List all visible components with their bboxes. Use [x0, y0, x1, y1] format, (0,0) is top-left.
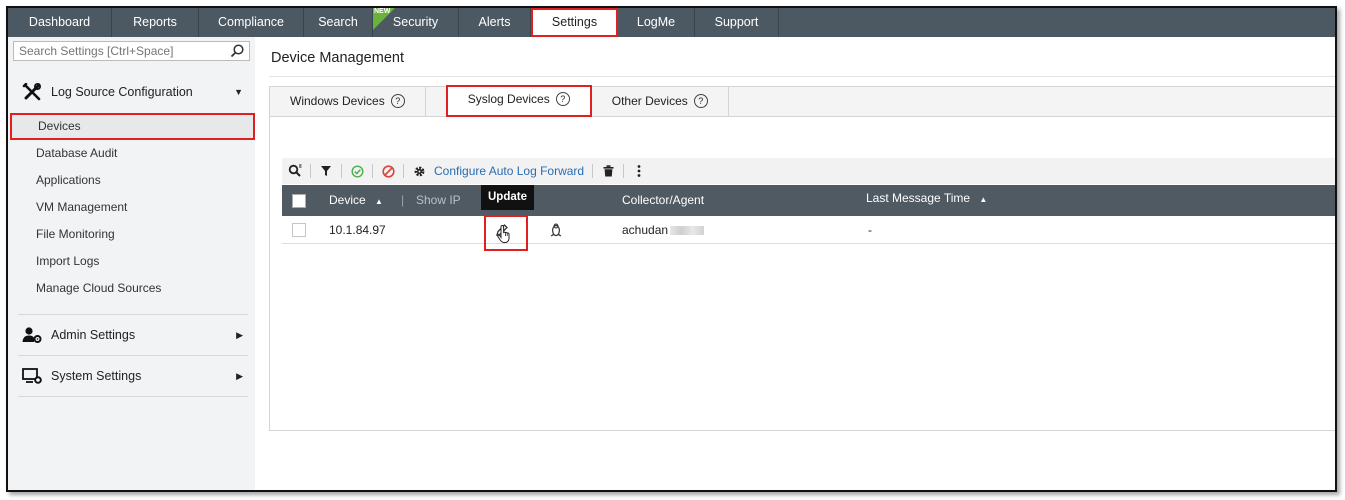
- sidebar-divider: [18, 314, 248, 315]
- toolbar-divider: [310, 164, 311, 178]
- admin-settings-label: Admin Settings: [51, 328, 136, 342]
- nav-tab-settings[interactable]: Settings: [531, 8, 618, 37]
- header-divider: |: [401, 193, 405, 207]
- sidebar-divider: [18, 396, 248, 397]
- toolbar-divider: [403, 164, 404, 178]
- filter-icon[interactable]: [319, 164, 333, 178]
- grid-toolbar: Configure Auto Log Forward: [282, 158, 1335, 184]
- more-options-icon[interactable]: [632, 164, 646, 178]
- log-source-config-header[interactable]: Log Source Configuration ▼: [8, 77, 255, 107]
- app-window: Dashboard Reports Compliance Search NEW …: [6, 6, 1337, 492]
- tools-icon: [22, 82, 42, 101]
- system-settings-header[interactable]: System Settings ▶: [8, 361, 255, 391]
- nav-tab-alerts[interactable]: Alerts: [459, 8, 531, 37]
- caret-right-icon: ▶: [236, 329, 243, 340]
- table-row[interactable]: 10.1.84.97 achudan -: [282, 216, 1335, 244]
- column-last-message-time[interactable]: Last Message Time ▲: [866, 183, 987, 215]
- cell-collector-agent: achudan: [622, 216, 705, 244]
- configure-auto-log-forward-link[interactable]: Configure Auto Log Forward: [434, 164, 584, 178]
- toolbar-divider: [592, 164, 594, 178]
- cell-device: 10.1.84.97: [329, 223, 386, 237]
- sidebar-item-devices[interactable]: Devices: [10, 113, 255, 140]
- grid-header: Device ▲ | Show IP Collector/Agent Last …: [282, 183, 1335, 217]
- system-settings-label: System Settings: [51, 369, 142, 383]
- search-filter-icon[interactable]: [288, 164, 302, 178]
- sidebar-item-vm-management[interactable]: VM Management: [8, 194, 255, 221]
- help-icon[interactable]: ?: [693, 93, 708, 108]
- redacted-text: [670, 226, 705, 236]
- show-ip-toggle[interactable]: Show IP: [416, 185, 461, 216]
- top-nav: Dashboard Reports Compliance Search NEW …: [8, 8, 1335, 37]
- tab-other-devices[interactable]: Other Devices?: [592, 87, 729, 116]
- tab-other-devices-label: Other Devices: [611, 94, 688, 108]
- tab-syslog-devices[interactable]: Syslog Devices?: [445, 85, 592, 117]
- settings-sidebar: Log Source Configuration ▼ Devices Datab…: [8, 37, 255, 490]
- cell-last-message-time: -: [868, 223, 872, 237]
- collector-name: achudan: [622, 223, 669, 237]
- sidebar-divider: [18, 355, 248, 356]
- enable-icon[interactable]: [350, 164, 364, 178]
- nav-tab-support[interactable]: Support: [695, 8, 779, 37]
- toolbar-divider: [341, 164, 342, 178]
- row-checkbox[interactable]: [292, 223, 306, 237]
- page-title: Device Management: [271, 50, 404, 66]
- nav-tab-security[interactable]: NEW Security: [373, 8, 459, 37]
- search-icon[interactable]: [229, 43, 245, 59]
- main-content: Device Management Windows Devices? Syslo…: [255, 37, 1335, 490]
- toolbar-divider: [372, 164, 373, 178]
- settings-search: [13, 41, 250, 61]
- select-all-checkbox[interactable]: [292, 194, 306, 208]
- nav-tab-search[interactable]: Search: [304, 8, 373, 37]
- device-type-tabs: Windows Devices? Syslog Devices? Other D…: [270, 85, 1335, 117]
- sidebar-item-applications[interactable]: Applications: [8, 167, 255, 194]
- linux-icon: [550, 223, 562, 240]
- sidebar-item-database-audit[interactable]: Database Audit: [8, 140, 255, 167]
- user-gear-icon: [22, 326, 42, 344]
- admin-settings-header[interactable]: Admin Settings ▶: [8, 320, 255, 350]
- sort-asc-icon: ▲: [979, 195, 988, 204]
- trash-icon[interactable]: [601, 164, 615, 178]
- log-source-config-label: Log Source Configuration: [51, 85, 193, 99]
- caret-right-icon: ▶: [236, 370, 243, 381]
- tab-windows-devices-label: Windows Devices: [290, 94, 385, 108]
- column-device[interactable]: Device ▲: [329, 185, 383, 217]
- update-tooltip: Update: [481, 185, 534, 210]
- settings-search-input[interactable]: [14, 42, 224, 60]
- nav-tab-reports[interactable]: Reports: [112, 8, 199, 37]
- monitor-gear-icon: [22, 367, 42, 385]
- toolbar-divider: [623, 164, 625, 178]
- help-icon[interactable]: ?: [555, 91, 570, 106]
- sort-asc-icon: ▲: [375, 197, 383, 206]
- edit-highlight-box: [484, 215, 528, 251]
- device-panel: Windows Devices? Syslog Devices? Other D…: [269, 85, 1335, 431]
- nav-tab-compliance[interactable]: Compliance: [199, 8, 304, 37]
- help-icon[interactable]: ?: [390, 93, 405, 108]
- tab-windows-devices[interactable]: Windows Devices?: [270, 87, 426, 116]
- title-divider: [269, 76, 1335, 77]
- nav-tab-dashboard[interactable]: Dashboard: [8, 8, 112, 37]
- column-device-label: Device: [329, 193, 366, 207]
- caret-down-icon: ▼: [234, 87, 243, 97]
- nav-tab-logme[interactable]: LogMe: [618, 8, 695, 37]
- column-collector-agent[interactable]: Collector/Agent: [622, 185, 704, 216]
- sidebar-item-file-monitoring[interactable]: File Monitoring: [8, 221, 255, 248]
- new-badge-label: NEW: [374, 8, 391, 15]
- sidebar-item-manage-cloud-sources[interactable]: Manage Cloud Sources: [8, 275, 255, 302]
- column-last-message-time-label: Last Message Time: [866, 191, 971, 205]
- tab-syslog-devices-label: Syslog Devices: [467, 92, 550, 106]
- nav-tab-security-label: Security: [392, 15, 439, 29]
- gear-icon[interactable]: [412, 164, 426, 178]
- disable-icon[interactable]: [381, 164, 395, 178]
- sidebar-item-import-logs[interactable]: Import Logs: [8, 248, 255, 275]
